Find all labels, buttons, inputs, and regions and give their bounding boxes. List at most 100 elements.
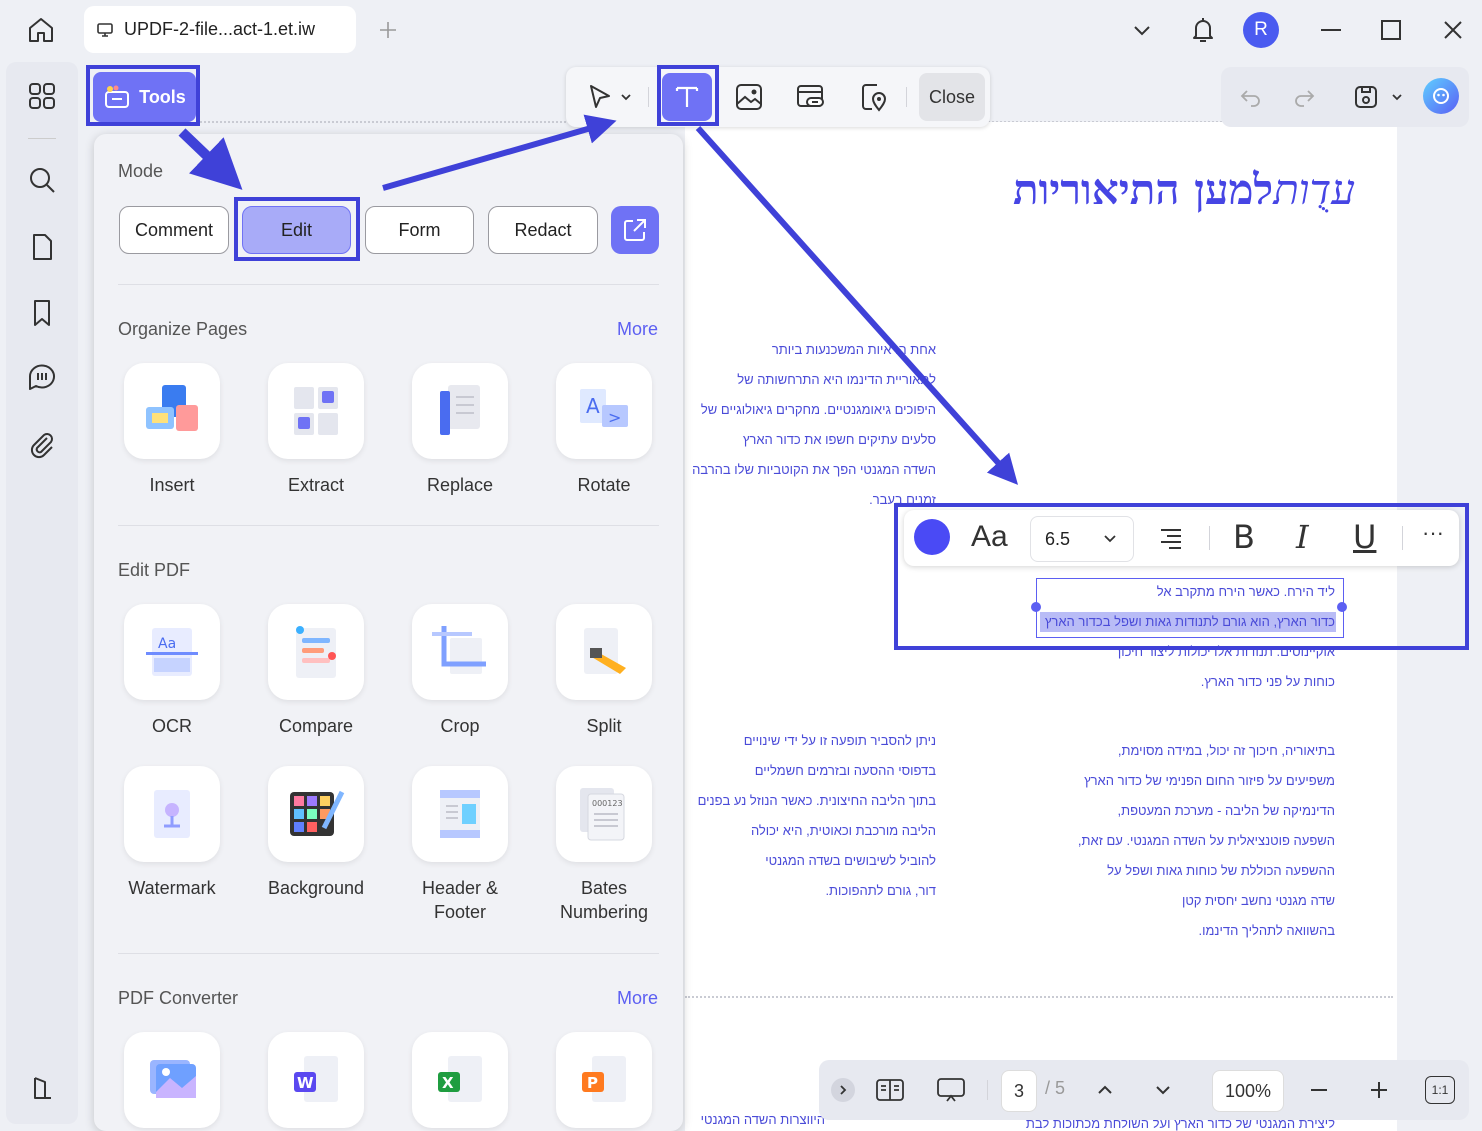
- ai-assistant-icon[interactable]: [1423, 78, 1459, 114]
- monitor-icon: [96, 21, 114, 39]
- zoom-out-icon[interactable]: [1305, 1076, 1333, 1104]
- bell-icon[interactable]: [1186, 12, 1220, 48]
- actual-size-label: 1:1: [1431, 1083, 1449, 1097]
- text-line[interactable]: משפיעים על פיזור החום הפנימי של כדור האר…: [1084, 773, 1335, 788]
- bookmark-icon[interactable]: [24, 295, 60, 331]
- page-number-input[interactable]: 3: [1001, 1070, 1037, 1112]
- text-line[interactable]: ההשפעה הכוללת של כוחות גאות ושפל על: [1107, 863, 1335, 878]
- close-edit-button[interactable]: Close: [919, 73, 985, 121]
- tool-label: Bates Numbering: [559, 878, 649, 922]
- background-icon: [268, 766, 364, 862]
- text-line[interactable]: בתיאוריה, חיכוך זה יכול, במידה מסוימת,: [1118, 743, 1335, 758]
- converter-more-link[interactable]: More: [617, 988, 658, 1009]
- bates-numbering-tool[interactable]: 000123 Bates Numbering: [544, 766, 664, 924]
- mode-redact-button[interactable]: Redact: [488, 206, 598, 254]
- tool-label: Header & Footer: [421, 878, 499, 922]
- redo-icon[interactable]: [1290, 83, 1318, 111]
- text-line[interactable]: דור, גורם לתהפוכות.: [825, 883, 936, 898]
- undo-icon[interactable]: [1237, 83, 1265, 111]
- collapse-arrow-icon[interactable]: [831, 1078, 855, 1102]
- text-line[interactable]: הדינמיקה של הליבה - מערכת המעטפת,: [1118, 803, 1335, 818]
- open-external-button[interactable]: [611, 206, 659, 254]
- text-line[interactable]: הליבה מורכבת וכאוטית, היא יכולה: [751, 823, 936, 838]
- text-line[interactable]: להוביל לשיבושים בשדה המגנטי: [765, 853, 936, 868]
- organize-more-link[interactable]: More: [617, 319, 658, 340]
- presentation-icon[interactable]: [933, 1074, 969, 1106]
- actual-size-button[interactable]: 1:1: [1425, 1076, 1455, 1104]
- user-avatar[interactable]: R: [1243, 12, 1279, 48]
- svg-text:>: >: [608, 408, 621, 427]
- crop-icon: [412, 604, 508, 700]
- chevron-down-icon[interactable]: [1128, 16, 1156, 44]
- highlight-edit-mode: [234, 197, 360, 261]
- previous-page-icon[interactable]: [1091, 1076, 1119, 1104]
- to-excel-tool[interactable]: X: [400, 1032, 520, 1128]
- mode-form-button[interactable]: Form: [365, 206, 474, 254]
- background-tool[interactable]: Background: [256, 766, 376, 900]
- text-line[interactable]: בתוך הליבה החיצונית. כאשר הנוזל נע בפנים: [698, 793, 936, 808]
- text-line[interactable]: בדפוסי ההסעה ובזרמים חשמליים: [755, 763, 936, 778]
- to-word-tool[interactable]: W: [256, 1032, 376, 1128]
- extract-icon: [268, 363, 364, 459]
- insert-tool[interactable]: Insert: [112, 363, 232, 497]
- next-page-icon[interactable]: [1149, 1076, 1177, 1104]
- text-line[interactable]: כוחות על פני כדור הארץ.: [1201, 674, 1335, 689]
- tool-label: Crop: [440, 716, 480, 736]
- search-icon[interactable]: [24, 162, 60, 198]
- text-line[interactable]: היפוכים גיאומגנטיים. מחקרים גיאולוגיים ש…: [701, 402, 936, 417]
- document-title: עדֻותלמען התיאוריות: [900, 165, 1355, 215]
- tool-label: Insert: [149, 475, 195, 495]
- text-line[interactable]: בהשוואה לתהליך הדינמו.: [1199, 923, 1335, 938]
- page-icon[interactable]: [24, 229, 60, 265]
- text-line[interactable]: שדה מגנטי נחשב יחסית קטן: [1182, 893, 1335, 908]
- highlight-text-edit: [894, 503, 1469, 650]
- rotate-tool[interactable]: A > Rotate: [544, 363, 664, 497]
- attachment-icon[interactable]: [24, 427, 60, 463]
- thumbnails-icon[interactable]: [24, 78, 60, 114]
- home-icon[interactable]: [22, 12, 60, 48]
- text-line[interactable]: אחת הראיות המשכנעות ביותר: [772, 342, 936, 357]
- add-link-button[interactable]: [786, 73, 836, 121]
- new-tab-plus-icon[interactable]: [374, 16, 402, 44]
- maximize-icon[interactable]: [1376, 16, 1406, 44]
- ocr-tool[interactable]: Aa OCR: [112, 604, 232, 738]
- svg-text:W: W: [297, 1074, 314, 1092]
- header-footer-tool[interactable]: Header & Footer: [400, 766, 520, 924]
- extract-tool[interactable]: Extract: [256, 363, 376, 497]
- to-image-tool[interactable]: [112, 1032, 232, 1128]
- close-window-icon[interactable]: [1438, 16, 1468, 44]
- tool-label: Watermark: [128, 878, 216, 898]
- select-tool-button[interactable]: [578, 73, 640, 121]
- replace-tool[interactable]: Replace: [400, 363, 520, 497]
- converter-section-title: PDF Converter: [118, 988, 239, 1008]
- split-tool[interactable]: Split: [544, 604, 664, 738]
- crop-tool[interactable]: Crop: [400, 604, 520, 738]
- mode-comment-button[interactable]: Comment: [119, 206, 229, 254]
- svg-text:A: A: [586, 394, 600, 418]
- page-layout-icon[interactable]: [873, 1074, 907, 1106]
- mode-section-title: Mode: [118, 161, 164, 181]
- layers-icon[interactable]: [24, 1070, 60, 1106]
- watermark-tool[interactable]: Watermark: [112, 766, 232, 900]
- save-icon[interactable]: [1349, 80, 1383, 114]
- link-page-icon: [795, 82, 827, 112]
- zoom-level-input[interactable]: 100%: [1212, 1070, 1284, 1112]
- compare-tool[interactable]: Compare: [256, 604, 376, 738]
- minimize-icon[interactable]: [1316, 16, 1346, 44]
- document-tab[interactable]: UPDF-2-file...act-1.et.iw: [84, 6, 356, 53]
- text-line[interactable]: היווצרות השדה המגנטי: [701, 1112, 825, 1127]
- text-line[interactable]: לתאוריית הדינמו היא התרחשותה של: [737, 372, 936, 387]
- text-line[interactable]: סלעים עתיקים חשפו את כדור הארץ: [743, 432, 936, 447]
- text-line[interactable]: השפעה פוטנציאלית על השדה המגנטי. עם זאת,: [1078, 833, 1335, 848]
- zoom-in-icon[interactable]: [1365, 1076, 1393, 1104]
- highlight-text-tool: [657, 65, 719, 126]
- chevron-down-icon[interactable]: [1389, 89, 1405, 105]
- text-line[interactable]: השדה המגנטי הפך את הקוטביות שלו בהרבה: [692, 462, 936, 477]
- cursor-arrow-icon: [586, 83, 614, 111]
- text-line[interactable]: ניתן להסביר תופעה זו על ידי שינויים: [744, 733, 936, 748]
- to-ppt-tool[interactable]: P: [544, 1032, 664, 1128]
- external-link-icon: [621, 216, 649, 244]
- add-image-button[interactable]: [724, 73, 774, 121]
- add-location-button[interactable]: [848, 73, 898, 121]
- comment-bubble-icon[interactable]: [24, 360, 60, 396]
